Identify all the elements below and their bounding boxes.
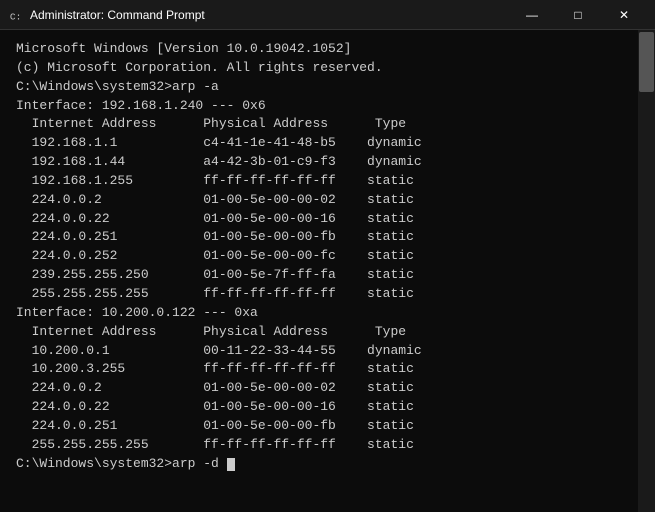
maximize-button[interactable]: □ [555,0,601,30]
terminal-line: Microsoft Windows [Version 10.0.19042.10… [16,40,622,59]
window-title: Administrator: Command Prompt [30,8,205,22]
terminal-line: 192.168.1.255 ff-ff-ff-ff-ff-ff static [16,172,622,191]
terminal-line: 224.0.0.2 01-00-5e-00-00-02 static [16,379,622,398]
terminal-line: 224.0.0.251 01-00-5e-00-00-fb static [16,417,622,436]
titlebar: C: Administrator: Command Prompt — □ ✕ [0,0,655,30]
terminal-line: 255.255.255.255 ff-ff-ff-ff-ff-ff static [16,285,622,304]
terminal-line: (c) Microsoft Corporation. All rights re… [16,59,622,78]
terminal-line: C:\Windows\system32>arp -d [16,455,622,474]
terminal-line: Interface: 192.168.1.240 --- 0x6 [16,97,622,116]
svg-text:C:: C: [10,11,22,22]
terminal-line: 224.0.0.251 01-00-5e-00-00-fb static [16,228,622,247]
terminal-line: 192.168.1.1 c4-41-1e-41-48-b5 dynamic [16,134,622,153]
terminal-line: 224.0.0.2 01-00-5e-00-00-02 static [16,191,622,210]
minimize-button[interactable]: — [509,0,555,30]
terminal-output: Microsoft Windows [Version 10.0.19042.10… [8,34,630,512]
terminal-content[interactable]: Microsoft Windows [Version 10.0.19042.10… [0,30,638,512]
terminal-line: Internet Address Physical Address Type [16,323,622,342]
terminal-line: Internet Address Physical Address Type [16,115,622,134]
terminal-line: 192.168.1.44 a4-42-3b-01-c9-f3 dynamic [16,153,622,172]
scrollbar-thumb[interactable] [639,32,654,92]
close-button[interactable]: ✕ [601,0,647,30]
terminal-line: C:\Windows\system32>arp -a [16,78,622,97]
terminal-line: 255.255.255.255 ff-ff-ff-ff-ff-ff static [16,436,622,455]
terminal-line: Interface: 10.200.0.122 --- 0xa [16,304,622,323]
cmd-icon: C: [8,7,24,23]
terminal-line: 239.255.255.250 01-00-5e-7f-ff-fa static [16,266,622,285]
terminal-line: 10.200.0.1 00-11-22-33-44-55 dynamic [16,342,622,361]
window: C: Administrator: Command Prompt — □ ✕ M… [0,0,655,512]
terminal-line: 224.0.0.252 01-00-5e-00-00-fc static [16,247,622,266]
titlebar-left: C: Administrator: Command Prompt [8,7,205,23]
terminal-line: 10.200.3.255 ff-ff-ff-ff-ff-ff static [16,360,622,379]
scrollbar[interactable] [638,30,655,512]
terminal-line: 224.0.0.22 01-00-5e-00-00-16 static [16,210,622,229]
cursor [227,458,235,471]
terminal-line: 224.0.0.22 01-00-5e-00-00-16 static [16,398,622,417]
window-controls: — □ ✕ [509,0,647,30]
